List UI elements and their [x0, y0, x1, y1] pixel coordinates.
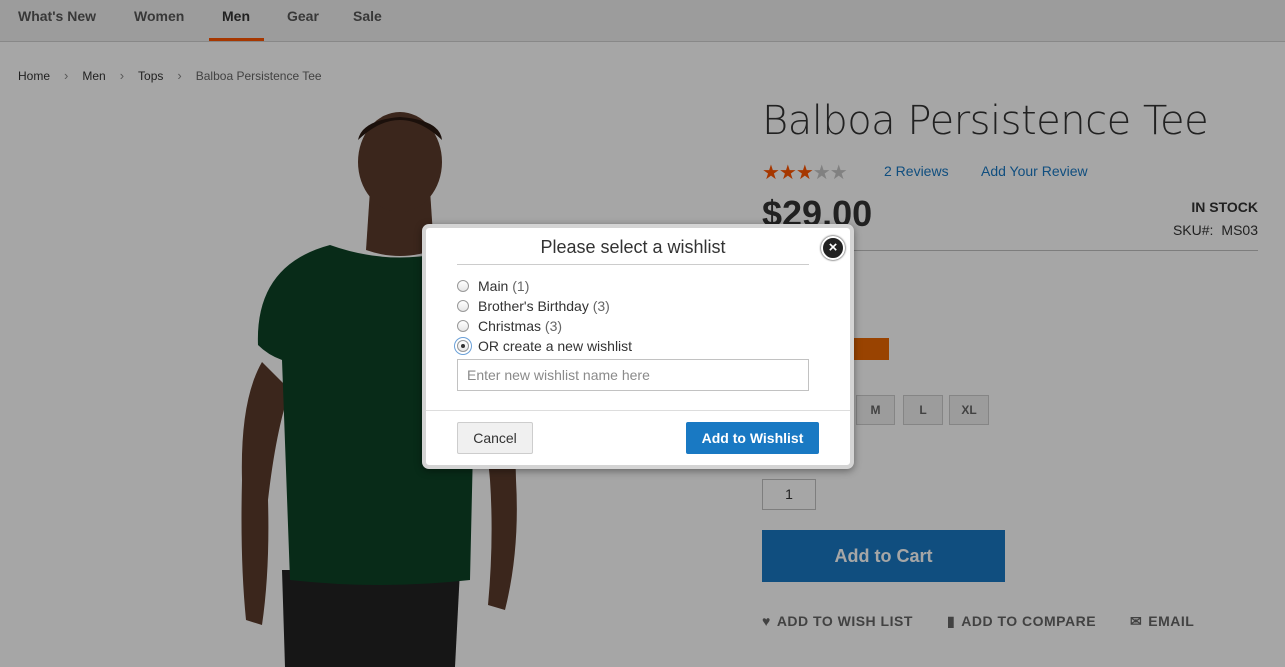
- radio-button[interactable]: [457, 300, 469, 312]
- option-label: OR create a new wishlist: [478, 338, 633, 354]
- wishlist-modal: Please select a wishlist × Main (1) Brot…: [422, 224, 854, 469]
- radio-button[interactable]: [457, 320, 469, 332]
- modal-title: Please select a wishlist: [457, 237, 809, 265]
- option-count: (3): [544, 318, 563, 334]
- divider: [426, 410, 850, 411]
- wishlist-option-brothers-birthday[interactable]: Brother's Birthday (3): [457, 298, 610, 314]
- option-label: Christmas: [478, 318, 542, 334]
- option-count: (3): [592, 298, 610, 314]
- wishlist-option-create-new[interactable]: OR create a new wishlist: [457, 338, 632, 354]
- option-label: Brother's Birthday: [478, 298, 589, 314]
- radio-button-selected[interactable]: [457, 340, 469, 352]
- add-to-wishlist-button[interactable]: Add to Wishlist: [686, 422, 819, 454]
- close-icon[interactable]: ×: [821, 236, 845, 260]
- option-label: Main: [478, 278, 509, 294]
- wishlist-option-main[interactable]: Main (1): [457, 278, 529, 294]
- radio-button[interactable]: [457, 280, 469, 292]
- wishlist-option-christmas[interactable]: Christmas (3): [457, 318, 562, 334]
- option-count: (1): [512, 278, 530, 294]
- cancel-button[interactable]: Cancel: [457, 422, 533, 454]
- new-wishlist-name-input[interactable]: [457, 359, 809, 391]
